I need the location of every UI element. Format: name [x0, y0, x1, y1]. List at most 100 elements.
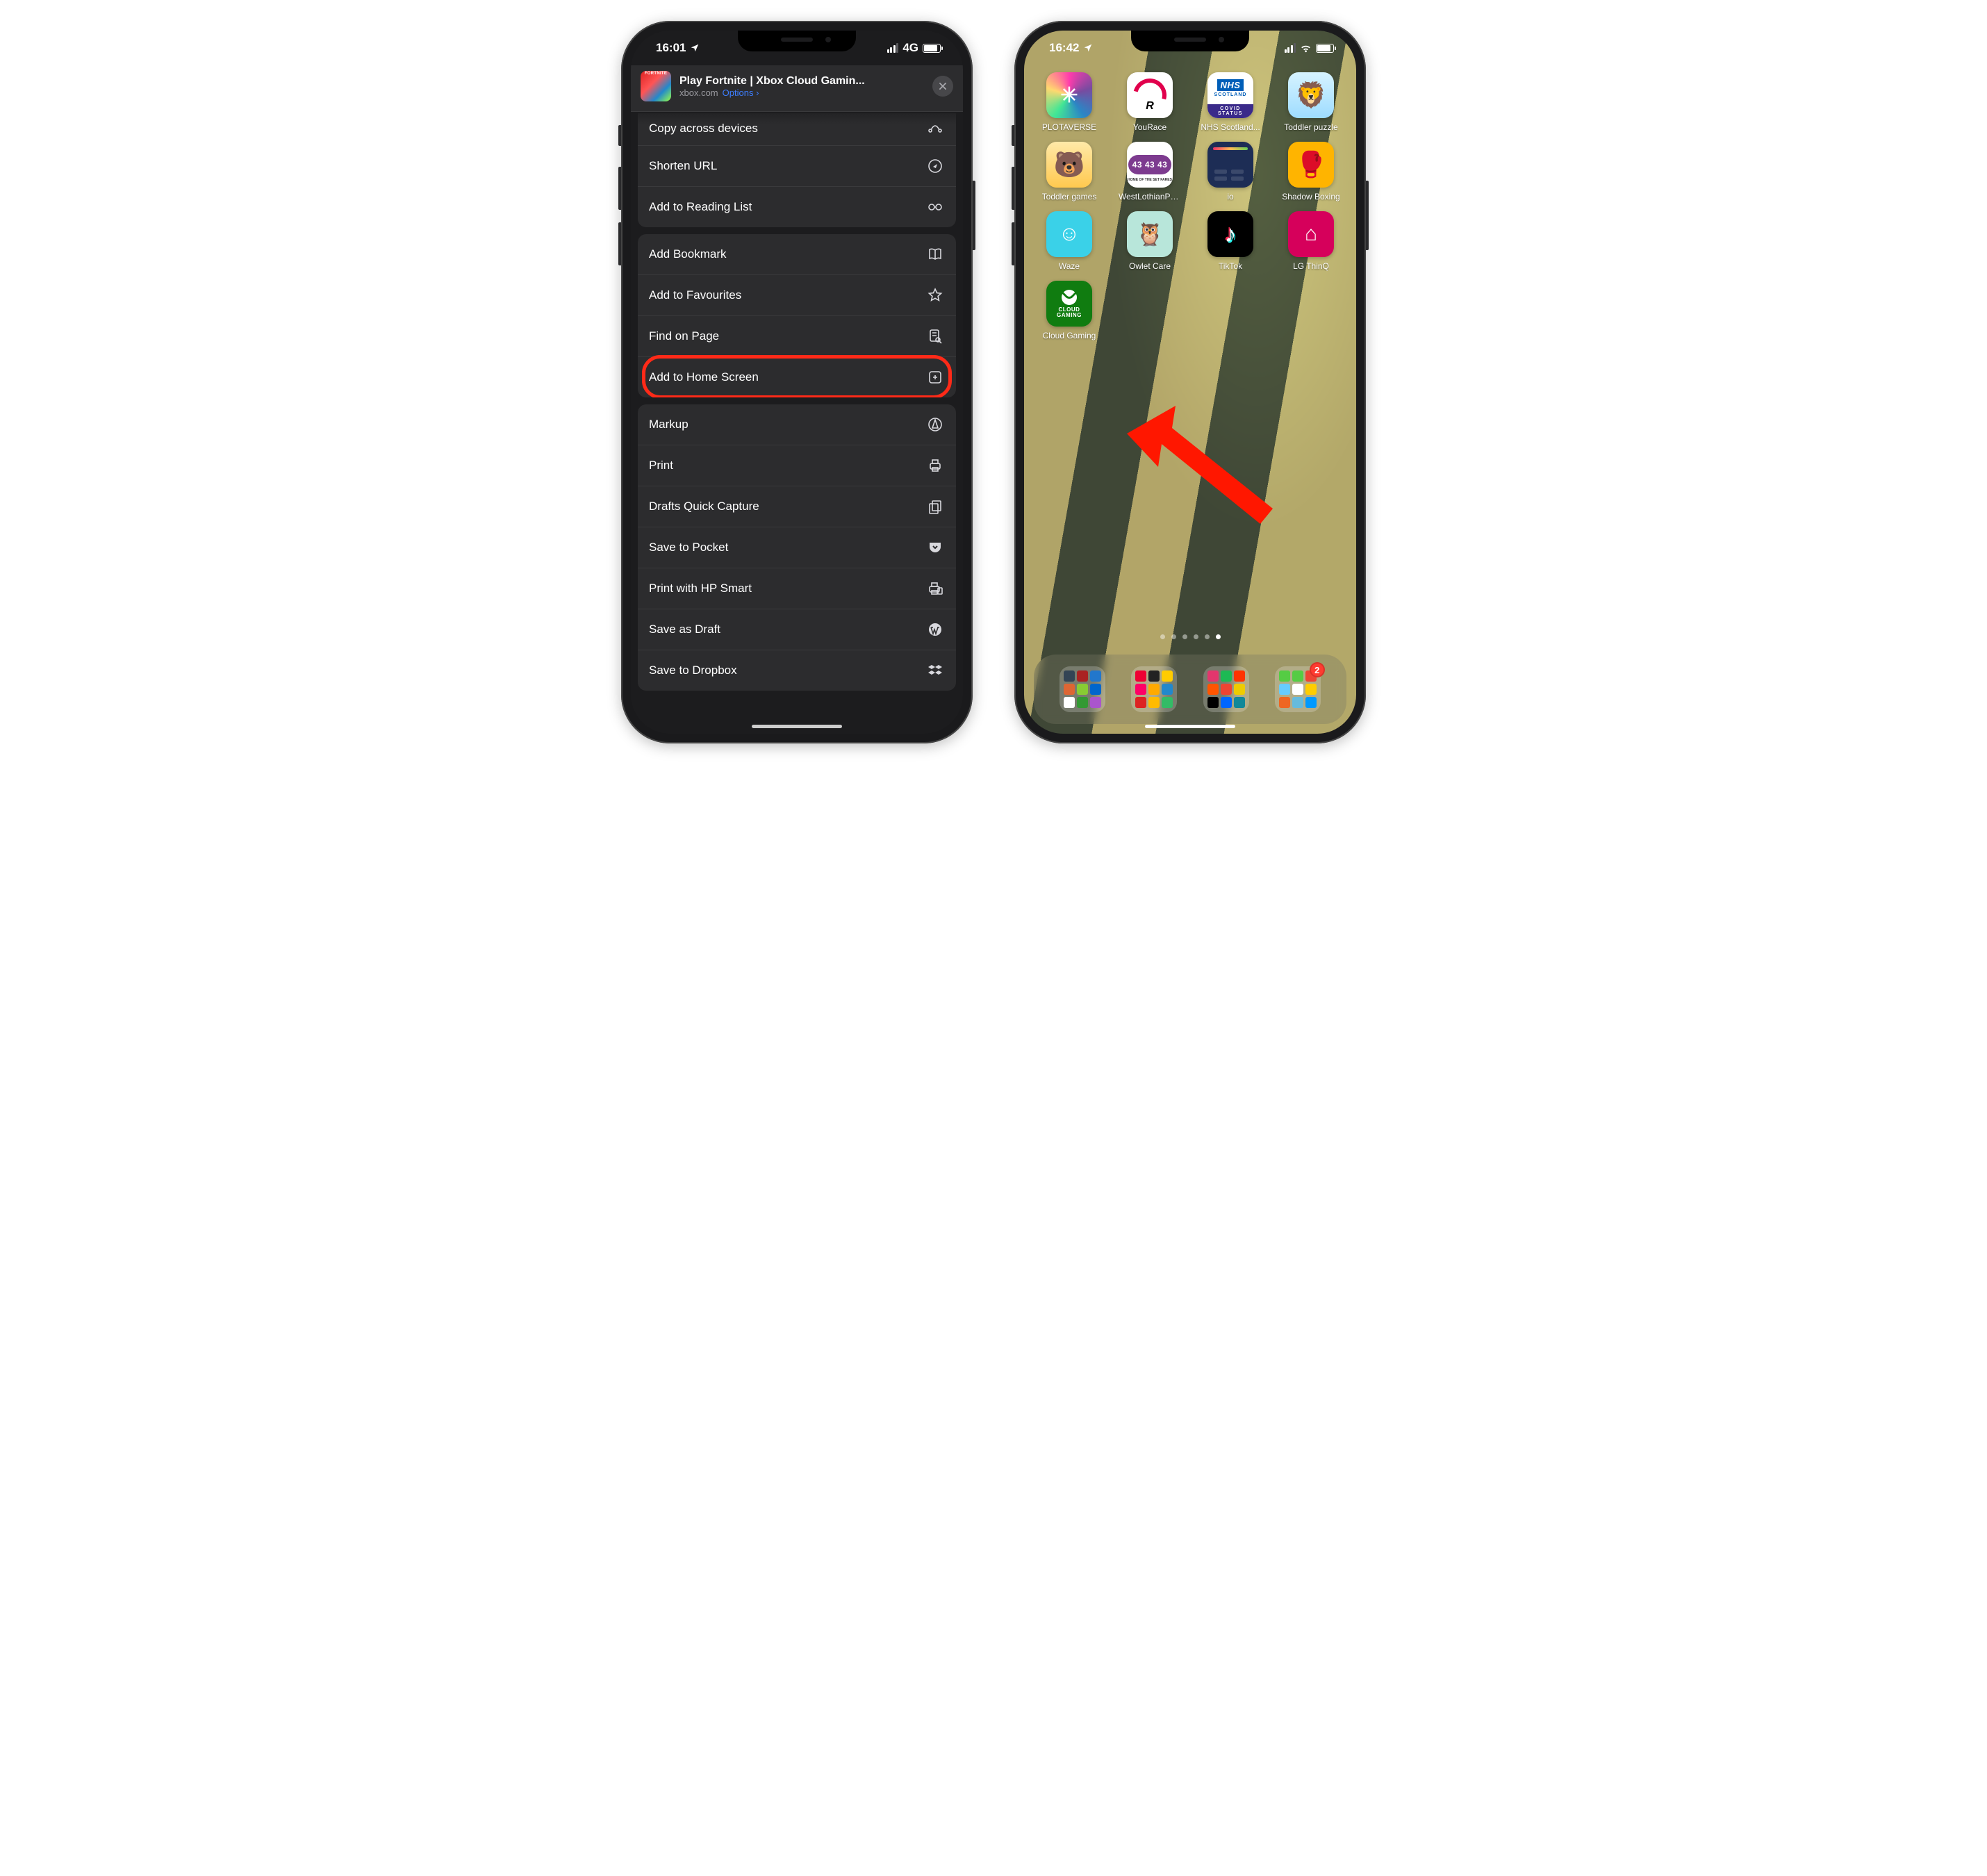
share-action-row[interactable]: Add to Home Screen	[638, 356, 956, 397]
app-waze[interactable]: Waze	[1038, 211, 1100, 271]
share-action-row[interactable]: Print with HP Smart	[638, 568, 956, 609]
yourace-app-icon: R	[1127, 72, 1173, 118]
cell-signal-icon	[1285, 43, 1296, 53]
dock-folder-4[interactable]: 2	[1275, 666, 1321, 712]
share-action-label: Markup	[649, 418, 689, 431]
wordpress-icon	[925, 620, 945, 639]
page-dot[interactable]	[1205, 634, 1210, 639]
app-owlet-care[interactable]: Owlet Care	[1119, 211, 1181, 271]
app-toddler-games[interactable]: Toddler games	[1038, 142, 1100, 201]
app-label: YouRace	[1133, 122, 1166, 132]
app-label: Toddler puzzle	[1284, 122, 1337, 132]
close-icon	[938, 81, 948, 91]
share-action-label: Add Bookmark	[649, 247, 727, 261]
network-label: 4G	[902, 41, 918, 55]
io-app-icon	[1207, 142, 1253, 188]
share-action-row[interactable]: Save to Pocket	[638, 527, 956, 568]
share-action-label: Save to Pocket	[649, 541, 728, 554]
share-action-row[interactable]: Print	[638, 445, 956, 486]
app-nhs-scotland-[interactable]: NHSSCOTLANDCOVID STATUSNHS Scotland...	[1199, 72, 1262, 132]
plus-square-icon	[925, 368, 945, 387]
stack-icon	[925, 497, 945, 516]
hp-print-icon	[925, 579, 945, 598]
app-lg-thinq[interactable]: LG ThinQ	[1280, 211, 1342, 271]
share-action-label: Find on Page	[649, 329, 719, 343]
battery-icon	[1316, 44, 1334, 53]
share-title: Play Fortnite | Xbox Cloud Gamin...	[679, 75, 924, 88]
app-label: LG ThinQ	[1293, 261, 1329, 271]
app-label: WestLothianPri...	[1119, 192, 1181, 201]
dock-folder-2[interactable]	[1131, 666, 1177, 712]
share-action-row[interactable]: Find on Page	[638, 315, 956, 356]
share-action-row[interactable]: Add Bookmark	[638, 234, 956, 274]
share-action-label: Print	[649, 459, 673, 472]
doc-search-icon	[925, 327, 945, 346]
app-plotaverse[interactable]: PLOTAVERSE	[1038, 72, 1100, 132]
home-indicator[interactable]	[1145, 725, 1235, 728]
dropbox-icon	[925, 661, 945, 680]
lg-app-icon	[1288, 211, 1334, 257]
wifi-icon	[1300, 44, 1312, 53]
share-action-row[interactable]: Drafts Quick Capture	[638, 486, 956, 527]
app-yourace[interactable]: R YouRace	[1119, 72, 1181, 132]
app-label: Owlet Care	[1129, 261, 1171, 271]
share-action-label: Drafts Quick Capture	[649, 500, 759, 513]
share-action-label: Add to Home Screen	[649, 370, 759, 384]
glasses-icon	[925, 197, 945, 217]
share-action-row[interactable]: Copy across devices	[638, 113, 956, 145]
shadow-app-icon	[1288, 142, 1334, 188]
share-action-row[interactable]: Save to Dropbox	[638, 650, 956, 691]
battery-icon	[923, 44, 941, 53]
share-action-label: Add to Favourites	[649, 288, 741, 302]
dock: 2	[1034, 655, 1346, 724]
home-indicator[interactable]	[752, 725, 842, 728]
share-action-row[interactable]: Markup	[638, 404, 956, 445]
app-label: io	[1227, 192, 1233, 201]
book-icon	[925, 245, 945, 264]
tiktok-app-icon	[1207, 211, 1253, 257]
app-cloud-gaming[interactable]: CLOUDGAMINGCloud Gaming	[1038, 281, 1100, 340]
page-dot[interactable]	[1171, 634, 1176, 639]
status-time: 16:01	[656, 41, 686, 55]
share-action-row[interactable]: Shorten URL	[638, 145, 956, 186]
close-button[interactable]	[932, 76, 953, 97]
app-label: PLOTAVERSE	[1042, 122, 1096, 132]
dock-folder-1[interactable]	[1060, 666, 1105, 712]
toddlerp-app-icon	[1288, 72, 1334, 118]
dock-folder-3[interactable]	[1203, 666, 1249, 712]
page-thumbnail-icon	[641, 71, 671, 101]
status-time: 16:42	[1049, 41, 1079, 55]
app-toddler-puzzle[interactable]: Toddler puzzle	[1280, 72, 1342, 132]
app-westlothianpri-[interactable]: 43 43 43HOME OF THE SET FARESWestLothian…	[1119, 142, 1181, 201]
page-dot[interactable]	[1194, 634, 1198, 639]
app-label: Cloud Gaming	[1043, 331, 1096, 340]
app-shadow-boxing[interactable]: Shadow Boxing	[1280, 142, 1342, 201]
page-dot[interactable]	[1216, 634, 1221, 639]
share-action-row[interactable]: Add to Favourites	[638, 274, 956, 315]
page-indicator[interactable]	[1024, 634, 1356, 639]
page-dot[interactable]	[1182, 634, 1187, 639]
share-action-row[interactable]: Add to Reading List	[638, 186, 956, 227]
location-icon	[690, 43, 700, 53]
app-io[interactable]: io	[1199, 142, 1262, 201]
app-label: Shadow Boxing	[1282, 192, 1339, 201]
pocket-icon	[925, 538, 945, 557]
share-action-label: Copy across devices	[649, 122, 758, 135]
share-action-row[interactable]: Save as Draft	[638, 609, 956, 650]
cell-signal-icon	[887, 43, 899, 53]
app-label: TikTok	[1219, 261, 1242, 271]
owlet-app-icon	[1127, 211, 1173, 257]
share-sheet-header: Play Fortnite | Xbox Cloud Gamin... xbox…	[631, 65, 963, 112]
xbox-icon	[1062, 290, 1077, 305]
share-domain: xbox.com	[679, 88, 718, 98]
waze-app-icon	[1046, 211, 1092, 257]
toddlerg-app-icon	[1046, 142, 1092, 188]
plotaverse-app-icon	[1046, 72, 1092, 118]
app-tiktok[interactable]: TikTok	[1199, 211, 1262, 271]
share-options-link[interactable]: Options ›	[723, 88, 759, 98]
app-label: Toddler games	[1042, 192, 1097, 201]
nhs-app-icon: NHSSCOTLANDCOVID STATUS	[1207, 72, 1253, 118]
page-dot[interactable]	[1160, 634, 1165, 639]
location-icon	[1083, 43, 1093, 53]
star-icon	[925, 286, 945, 305]
